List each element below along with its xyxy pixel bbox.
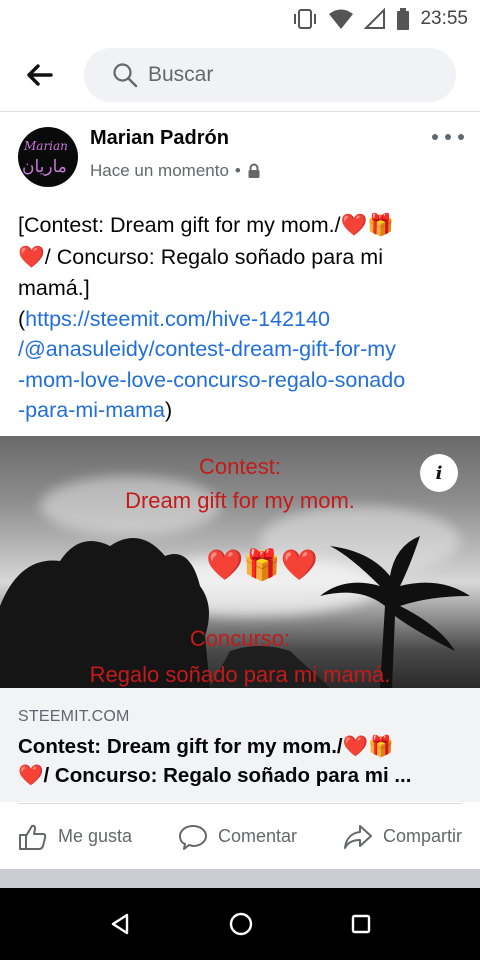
post-text-line: /@anasuleidy/contest-dream-gift-for-my	[18, 334, 468, 365]
post-text-line: [Contest: Dream gift for my mom./❤️🎁	[18, 210, 468, 242]
avatar[interactable]: Marian ماريان	[18, 127, 78, 187]
post-link[interactable]: -mom-love-love-concurso-regalo-sonado	[18, 368, 405, 392]
link-title-segment: / Concurso: Regalo soñado para mi ...	[43, 764, 412, 787]
search-header: Buscar	[0, 38, 480, 112]
heart-emoji-icon: ❤️	[340, 213, 368, 238]
share-label: Compartir	[382, 826, 462, 846]
post-actions: Me gusta Comentar Compartir	[18, 803, 462, 869]
search-input[interactable]: Buscar	[84, 48, 456, 102]
post-header: Marian ماريان Marian Padrón Hace un mome…	[0, 113, 480, 199]
signal-icon	[364, 8, 386, 29]
back-triangle-icon[interactable]	[108, 912, 132, 936]
image-caption-line: Concurso:	[189, 626, 291, 651]
gift-emoji-icon: 🎁	[243, 548, 281, 583]
post-text-segment: / Concurso: Regalo soñado para mi	[44, 244, 383, 269]
status-time: 23:55	[420, 8, 468, 29]
link-domain: STEEMIT.COM	[18, 708, 130, 725]
avatar-text-latin: Marian	[24, 139, 68, 153]
image-emojis: ❤️🎁❤️	[206, 548, 318, 583]
share-icon	[343, 824, 372, 849]
more-options-button[interactable]	[432, 127, 464, 147]
post-text-line: mamá.]	[18, 276, 90, 300]
home-circle-icon[interactable]	[228, 911, 254, 937]
post-text-line: (https://steemit.com/hive-142140	[18, 304, 468, 335]
link-title-line: Contest: Dream gift for my mom./❤️🎁	[18, 732, 462, 761]
like-button[interactable]: Me gusta	[18, 823, 132, 851]
comment-label: Comentar	[218, 826, 298, 846]
post-text-line: -mom-love-love-concurso-regalo-sonado	[18, 365, 468, 396]
post-meta: Hace un momento •	[90, 161, 261, 181]
search-icon	[113, 63, 138, 88]
post-text-line: ❤️/ Concurso: Regalo soñado para mi	[18, 242, 468, 274]
post-link[interactable]: /@anasuleidy/contest-dream-gift-for-my	[18, 337, 396, 361]
system-nav-bar	[0, 888, 480, 960]
comment-icon	[179, 824, 207, 850]
share-button[interactable]: Compartir	[343, 823, 462, 851]
post-text-segment: [Contest: Dream gift for my mom./	[18, 213, 341, 237]
heart-emoji-icon: ❤️	[280, 548, 319, 583]
avatar-text-arabic: ماريان	[22, 157, 67, 176]
image-caption-line: Dream gift for my mom.	[125, 488, 355, 513]
lock-icon	[248, 163, 260, 178]
wifi-icon	[329, 9, 354, 29]
image-caption-line: Regalo soñado para mi mamá.	[89, 662, 391, 687]
post-text: [Contest: Dream gift for my mom./❤️🎁 ❤️/…	[18, 210, 468, 426]
post-link[interactable]: https://steemit.com/hive-142140	[25, 307, 330, 331]
heart-emoji-icon: ❤️	[342, 734, 369, 758]
back-arrow-icon	[27, 64, 53, 86]
like-label: Me gusta	[58, 826, 133, 846]
search-placeholder: Buscar	[148, 63, 214, 86]
paren-close: )	[164, 398, 173, 422]
link-title: Contest: Dream gift for my mom./❤️🎁 ❤️/ …	[18, 732, 462, 790]
recents-square-icon[interactable]	[350, 913, 372, 935]
meta-separator: •	[234, 161, 241, 180]
thumbs-up-icon	[19, 824, 47, 850]
heart-emoji-icon: ❤️	[18, 244, 45, 270]
comment-button[interactable]: Comentar	[178, 823, 297, 851]
link-title-segment: Contest: Dream gift for my mom./	[18, 735, 343, 758]
heart-emoji-icon: ❤️	[18, 763, 44, 787]
post-text-line: -para-mi-mama)	[18, 395, 468, 426]
more-dot-icon	[445, 134, 451, 140]
image-caption-line: Contest:	[199, 454, 281, 479]
link-title-line: ❤️/ Concurso: Regalo soñado para mi ...	[18, 761, 462, 790]
link-preview-image[interactable]: Contest: Dream gift for my mom. ❤️🎁❤️ Co…	[0, 436, 480, 688]
post-link[interactable]: -para-mi-mama	[18, 398, 165, 422]
info-button[interactable]: i	[420, 454, 458, 492]
status-icons: 23:55	[292, 6, 468, 32]
more-dot-icon	[458, 134, 464, 140]
gift-emoji-icon: 🎁	[368, 734, 394, 758]
back-button[interactable]	[22, 58, 58, 92]
vibrate-icon	[294, 9, 317, 29]
post-timestamp[interactable]: Hace un momento	[90, 161, 229, 181]
link-caption[interactable]: STEEMIT.COM Contest: Dream gift for my m…	[0, 688, 480, 802]
battery-icon	[397, 8, 410, 30]
gift-emoji-icon: 🎁	[367, 213, 395, 238]
feed-divider	[0, 869, 480, 888]
status-bar: 23:55	[0, 0, 480, 38]
post-author[interactable]: Marian Padrón	[90, 127, 229, 150]
more-dot-icon	[432, 134, 438, 140]
heart-emoji-icon: ❤️	[206, 548, 244, 583]
